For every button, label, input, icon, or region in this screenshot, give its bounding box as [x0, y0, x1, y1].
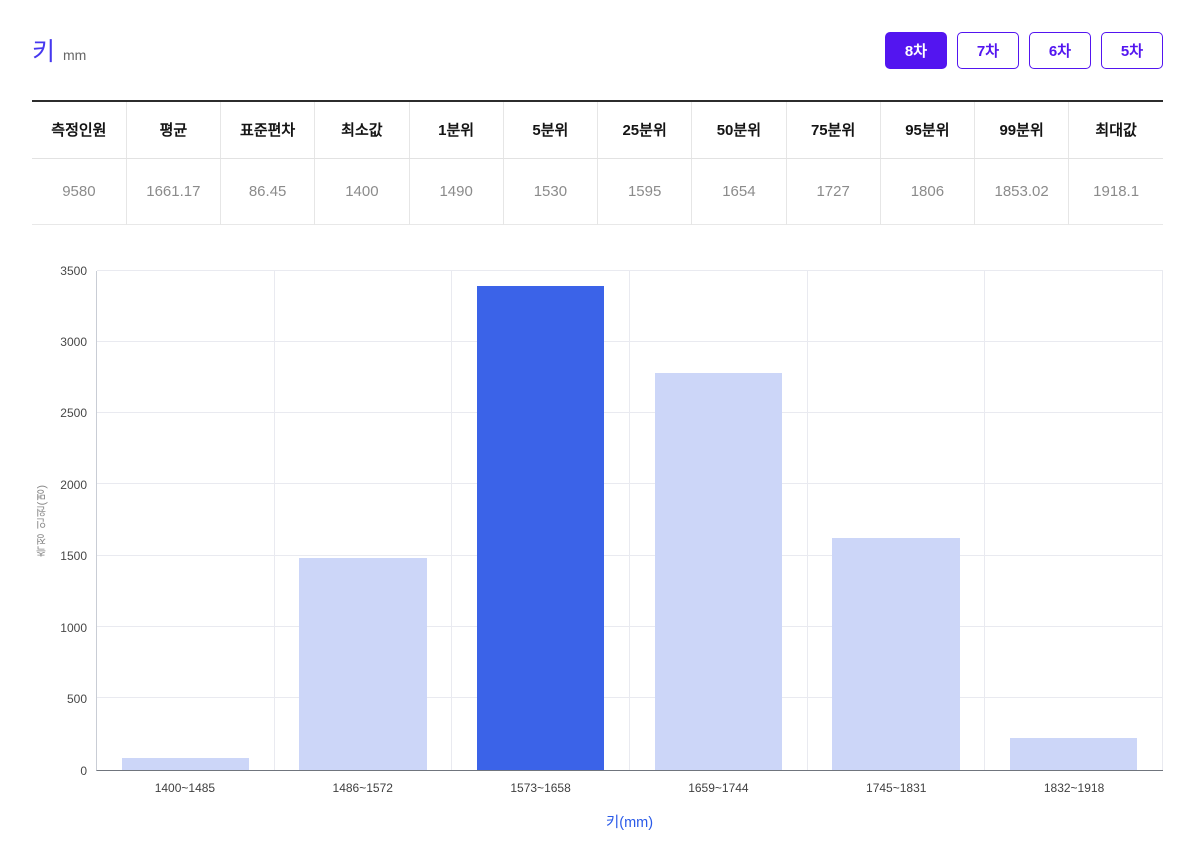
stat-header-cell: 99분위: [973, 101, 1069, 159]
y-tick-label: 0: [80, 763, 87, 778]
y-tick-label: 2500: [60, 406, 87, 421]
stats-header-row: 측정인원 평균 표준편차 최소값 1분위 5분위 25분위 50분위 75분위 95분위 99분위 최…: [32, 101, 1163, 159]
stat-header-cell: 95분위: [879, 101, 975, 159]
bar-cells: [97, 270, 1164, 770]
stat-header-cell: 최소값: [314, 101, 409, 159]
plot-area: [96, 269, 1164, 771]
stat-value-cell: 1400: [314, 158, 409, 224]
round-tabs: 8차 7차 6차 5차: [885, 31, 1163, 69]
plot-column: 1400~1485 1486~1572 1573~1658 1659~1744 1745…: [96, 269, 1164, 832]
bar-cell: [97, 270, 275, 770]
stat-value-cell: 1654: [691, 158, 786, 224]
x-tick-label: 1400~1485: [154, 780, 216, 795]
stat-header-cell: 75분위: [785, 101, 881, 159]
stat-value-cell: 9580: [62, 182, 96, 200]
histogram-chart: 측정 인원(명) 0 500 1000 1500 2000 2500 3000 3500 14…: [32, 264, 1164, 832]
bar-cell: [452, 270, 631, 770]
stats-value-row: 9580 1661.17 86.45 1400 1490 1530 1595 1654 1727…: [32, 158, 1163, 224]
page: 키 mm 8차 7차 6차 5차 측정인원 평균 표준편차 최소값 1분위 5분위 25분위 50분…: [0, 0, 1195, 842]
x-tick-label: 1573~1658: [510, 780, 571, 795]
x-axis-label: 키(mm): [605, 814, 654, 831]
stat-value-cell: 1661.17: [125, 158, 221, 224]
y-tick-label: 3000: [60, 334, 87, 349]
page-title: 키: [32, 38, 56, 66]
y-tick-label: 3500: [60, 263, 87, 278]
bar-1832~1918[interactable]: [1010, 738, 1138, 770]
bar-1400~1485[interactable]: [121, 758, 249, 770]
bar-1486~1572[interactable]: [299, 557, 427, 770]
y-tick-label: 1000: [60, 620, 87, 635]
y-axis-label-column: 측정 인원(명): [32, 271, 52, 771]
round-tab-5차[interactable]: 5차: [1101, 31, 1163, 69]
y-tick-label: 500: [66, 692, 87, 707]
stat-value-cell: 1727: [785, 158, 881, 224]
round-tab-7차[interactable]: 7차: [957, 31, 1019, 69]
stat-value-cell: 1918.1: [1068, 158, 1163, 224]
y-axis-label: 측정 인원(명): [36, 483, 48, 558]
stat-header-cell: 50분위: [691, 101, 786, 159]
stat-header-cell: 최대값: [1068, 101, 1163, 159]
round-tab-8차[interactable]: 8차: [885, 31, 947, 69]
stat-value-cell: 1595: [596, 158, 692, 224]
stat-header-cell: 1분위: [408, 101, 504, 159]
bar-cell: [808, 270, 986, 770]
bar-cell: [630, 270, 808, 770]
bar-1659~1744[interactable]: [654, 373, 782, 770]
stat-header-cell: 측정인원: [32, 101, 127, 159]
stat-header-cell: 평균: [125, 101, 221, 159]
y-tick-label: 1500: [60, 549, 87, 564]
bar-1745~1831[interactable]: [832, 537, 960, 770]
stats-table: 측정인원 평균 표준편차 최소값 1분위 5분위 25분위 50분위 75분위 95분위 99분위 최…: [32, 100, 1163, 225]
x-axis-ticks: 1400~1485 1486~1572 1573~1658 1659~1744 1745…: [96, 781, 1163, 795]
round-tab-6차[interactable]: 6차: [1029, 31, 1091, 69]
y-tick-label: 2000: [60, 477, 87, 492]
x-tick-label: 1659~1744: [688, 780, 749, 795]
stat-value-cell: 1530: [502, 158, 598, 224]
stat-value-cell: 1853.02: [973, 158, 1069, 224]
title-wrap: 키 mm: [32, 32, 86, 68]
bar-cell: [275, 270, 453, 770]
y-axis-ticks: 0 500 1000 1500 2000 2500 3000 3500: [52, 264, 96, 778]
page-unit: mm: [63, 47, 87, 63]
x-tick-label: 1745~1831: [866, 780, 927, 795]
stat-value-cell: 86.45: [219, 158, 315, 224]
bar-cell: [985, 270, 1164, 770]
stat-value-cell: 1490: [408, 158, 504, 224]
stat-value-cell: 1806: [879, 158, 975, 224]
stats-table-body: 9580 1661.17 86.45 1400 1490 1530 1595 1654 1727…: [32, 158, 1163, 224]
x-tick-label: 1486~1572: [332, 780, 393, 795]
top-bar: 키 mm 8차 7차 6차 5차: [32, 0, 1163, 70]
bar-1573~1658[interactable]: [477, 286, 605, 770]
x-tick-label: 1832~1918: [1043, 780, 1105, 795]
stat-header-cell: 25분위: [596, 101, 692, 159]
stats-table-head: 측정인원 평균 표준편차 최소값 1분위 5분위 25분위 50분위 75분위 95분위 99분위 최…: [32, 101, 1163, 159]
stat-header-cell: 5분위: [502, 101, 598, 159]
stat-header-cell: 표준편차: [219, 101, 315, 159]
